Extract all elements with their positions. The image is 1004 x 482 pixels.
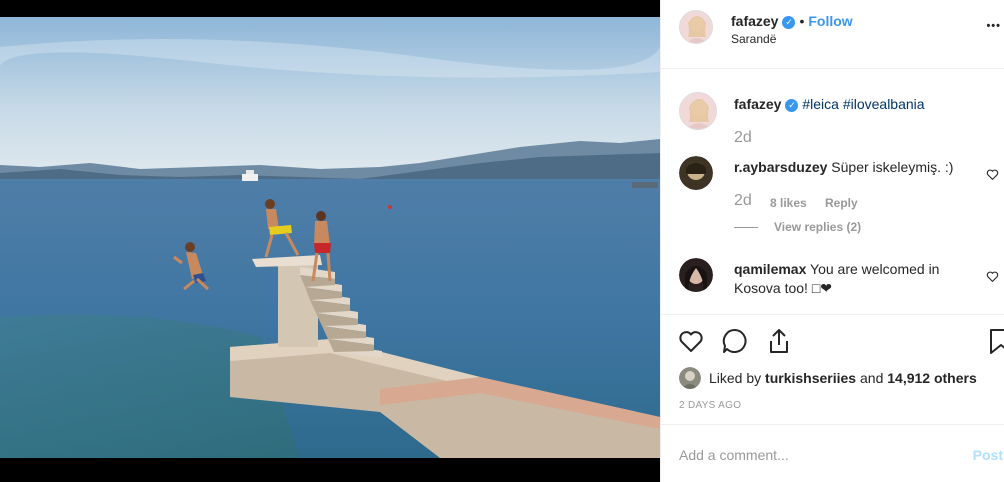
- post-location[interactable]: Sarandë: [731, 32, 776, 46]
- separator-dot: •: [799, 13, 805, 29]
- comment-input[interactable]: [679, 445, 949, 465]
- post-time-ago[interactable]: 2 DAYS AGO: [679, 400, 741, 411]
- like-comment-heart-icon[interactable]: [986, 168, 999, 181]
- verified-icon: ✓: [785, 99, 799, 112]
- comment-icon[interactable]: [721, 327, 749, 355]
- comments-list: fafazey ✓ #leica #ilovealbania 2d r.aybar…: [661, 70, 1004, 314]
- heart-icon[interactable]: [677, 327, 705, 355]
- share-icon[interactable]: [765, 327, 793, 355]
- commenter-avatar[interactable]: [679, 258, 713, 292]
- liker-avatar[interactable]: [679, 367, 701, 389]
- caption-hashtags[interactable]: #leica #ilovealbania: [802, 96, 924, 112]
- author-username[interactable]: fafazey: [731, 13, 778, 29]
- add-comment-bar: Post: [661, 424, 1004, 482]
- liked-prefix: Liked by: [709, 370, 762, 386]
- caption-text: fafazey ✓ #leica #ilovealbania: [734, 95, 925, 114]
- comment-likes[interactable]: 8 likes: [770, 196, 807, 210]
- replies-divider-line: [734, 227, 758, 229]
- more-options-icon[interactable]: •••: [986, 20, 1001, 32]
- likes-count[interactable]: 14,912 others: [887, 370, 977, 386]
- comment-body: Süper iskeleymiş. :): [831, 159, 954, 175]
- comment-username[interactable]: qamilemax: [734, 261, 806, 277]
- view-replies-label[interactable]: View replies (2): [774, 220, 861, 234]
- post-side-panel: fafazey ✓ • Follow Sarandë ••• fafazey ✓ #le…: [660, 0, 1004, 482]
- comment-body: You are welcomed in: [810, 261, 940, 277]
- caption-time[interactable]: 2d: [734, 129, 752, 147]
- view-replies-link[interactable]: View replies (2): [734, 220, 861, 234]
- post-header: fafazey ✓ • Follow Sarandë •••: [661, 0, 1004, 69]
- caption-username[interactable]: fafazey: [734, 96, 781, 112]
- verified-icon: ✓: [782, 16, 796, 29]
- liked-by-user[interactable]: turkishseriies: [765, 370, 856, 386]
- post-actions: Liked by turkishseriies and 14,912 other…: [661, 314, 1004, 424]
- comment-body-line2: Kosova too! □❤: [734, 280, 833, 296]
- follow-button[interactable]: Follow: [808, 13, 852, 29]
- post-photo[interactable]: [0, 17, 660, 458]
- author-avatar[interactable]: [679, 10, 713, 44]
- like-comment-heart-icon[interactable]: [986, 270, 999, 283]
- comment-text: qamilemax You are welcomed in Kosova too…: [734, 260, 939, 298]
- post-comment-button[interactable]: Post: [973, 447, 1003, 463]
- photo-pane: [0, 0, 660, 482]
- reply-button[interactable]: Reply: [825, 196, 858, 210]
- bookmark-icon[interactable]: [987, 327, 1004, 355]
- comment-time[interactable]: 2d: [734, 192, 752, 210]
- beach-pier-photo: [0, 17, 660, 458]
- liked-and: and: [860, 370, 884, 386]
- comment-username[interactable]: r.aybarsduzey: [734, 159, 827, 175]
- commenter-avatar[interactable]: [679, 156, 713, 190]
- liked-by-text: Liked by turkishseriies and 14,912 other…: [709, 370, 977, 386]
- comment-text: r.aybarsduzey Süper iskeleymiş. :): [734, 158, 953, 177]
- caption-avatar[interactable]: [679, 92, 717, 130]
